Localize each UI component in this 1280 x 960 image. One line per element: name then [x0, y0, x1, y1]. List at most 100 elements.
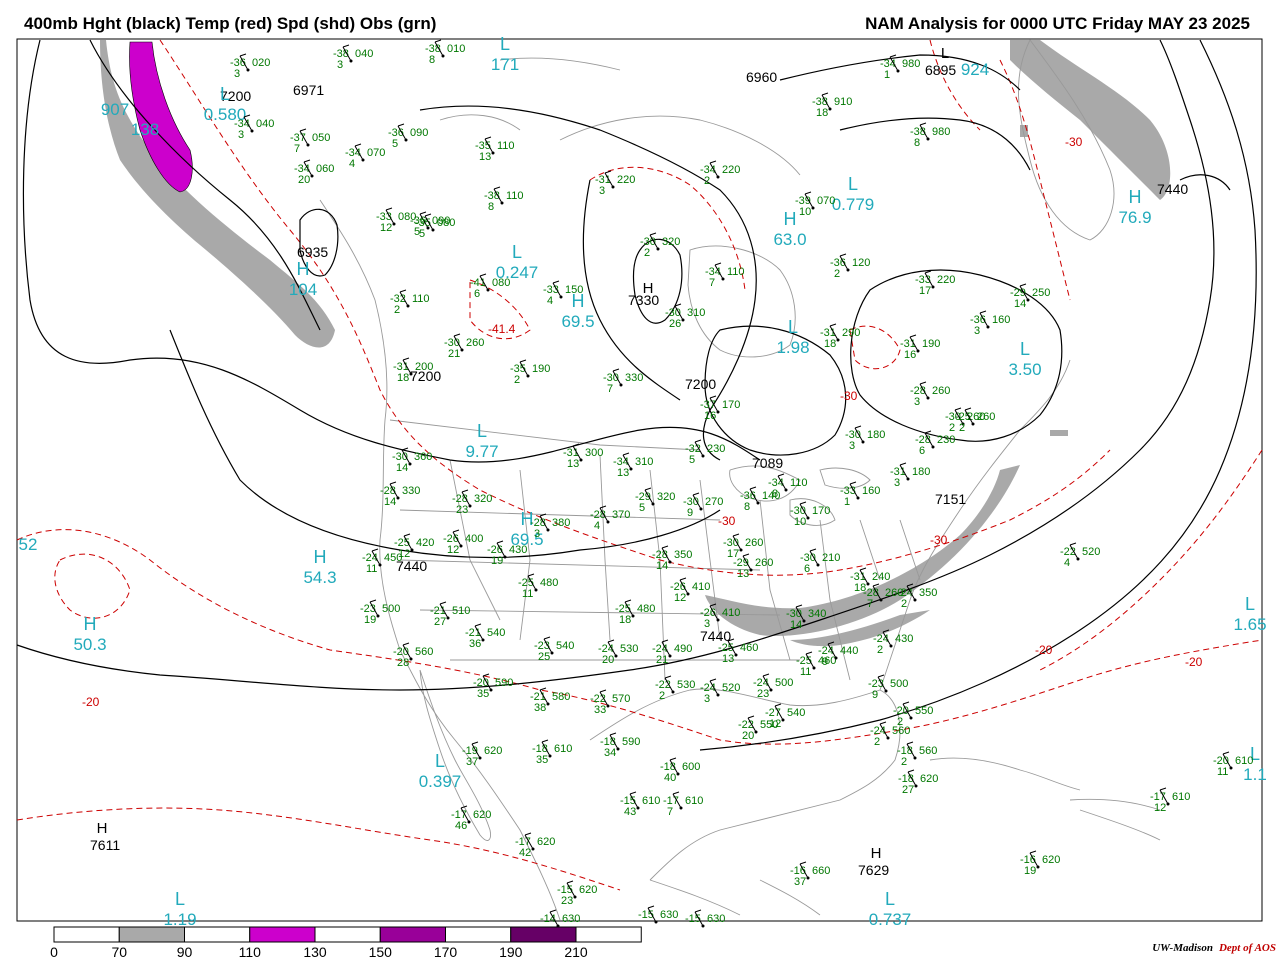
station-dewpoint: 2	[874, 736, 880, 748]
station-dewpoint: 3	[914, 396, 920, 408]
station-dot	[781, 718, 785, 722]
station-dot	[802, 619, 806, 623]
station-dot	[811, 206, 815, 210]
station-dot	[376, 614, 380, 618]
station-dot	[1076, 557, 1080, 561]
station-height: 500	[775, 677, 793, 689]
station-dot	[806, 876, 810, 880]
station-dewpoint: 13	[737, 568, 749, 580]
station-dot	[500, 201, 504, 205]
height-label: 7200	[685, 376, 716, 392]
station-dot	[526, 374, 530, 378]
colorbar-swatch	[53, 926, 120, 943]
station-dewpoint: 3	[704, 693, 710, 705]
station-dewpoint: 2	[659, 690, 665, 702]
station-height: 050	[312, 132, 330, 144]
station-dewpoint: 8	[744, 501, 750, 513]
station-height: 530	[677, 679, 695, 691]
station-height: 350	[674, 549, 692, 561]
speed-center-letter: L	[848, 174, 858, 194]
speed-center-letter: H	[1129, 187, 1142, 207]
station-dot	[721, 277, 725, 281]
station-dot	[754, 730, 758, 734]
station-dewpoint: 9	[687, 507, 693, 519]
station-dewpoint: 3	[534, 528, 540, 540]
station-dot	[546, 528, 550, 532]
station-dewpoint: 6	[919, 445, 925, 457]
station-dot	[716, 175, 720, 179]
station-dot	[410, 548, 414, 552]
speed-center-letter: H	[314, 547, 327, 567]
station-dot	[671, 690, 675, 694]
station-dewpoint: 21	[448, 348, 460, 360]
station-height: 610	[1235, 755, 1253, 767]
station-dot	[431, 228, 435, 232]
station-dewpoint: 11	[366, 563, 377, 575]
station-height: 660	[812, 865, 830, 877]
station-height: 630	[707, 913, 725, 925]
speed-center-letter: L	[175, 889, 185, 909]
speed-center-letter: H	[297, 259, 310, 279]
station-height: 620	[579, 884, 597, 896]
station-height: 180	[867, 429, 885, 441]
station-dewpoint: 2	[644, 247, 650, 259]
station-height: 980	[932, 126, 950, 138]
station-height: 110	[506, 190, 524, 202]
station-dewpoint: 7	[607, 383, 613, 395]
station-dewpoint: 8	[429, 54, 435, 66]
colorbar-swatch	[184, 926, 251, 943]
station-dewpoint: 37	[466, 756, 478, 768]
station-dot	[481, 638, 485, 642]
station-dewpoint: 13	[567, 458, 579, 470]
station-height: 480	[540, 577, 558, 589]
speed-center-value: 1.19	[163, 910, 196, 929]
station-height: 610	[1172, 791, 1190, 803]
colorbar-label: 210	[564, 944, 588, 960]
station-height: 080	[437, 217, 455, 229]
station-height: 210	[822, 552, 840, 564]
station-dewpoint: 46	[455, 820, 467, 832]
speed-center-value: 50.3	[73, 635, 106, 654]
station-height: 500	[890, 678, 908, 690]
station-dewpoint: 34	[604, 747, 616, 759]
station-height: 440	[840, 645, 858, 657]
station-height: 180	[912, 466, 930, 478]
station-dot	[503, 555, 507, 559]
station-dot	[836, 338, 840, 342]
speed-center-letter: L	[500, 34, 510, 54]
speed-center-value: 104	[289, 280, 317, 299]
station-dewpoint: 1	[844, 496, 850, 508]
center-letter: H	[871, 845, 882, 862]
station-dot	[1166, 802, 1170, 806]
station-dot	[486, 288, 490, 292]
speed-center-letter: L	[220, 84, 230, 104]
station-dewpoint: 42	[519, 847, 531, 859]
station-height: 560	[892, 725, 910, 737]
station-dot	[651, 502, 655, 506]
station-dot	[559, 295, 563, 299]
station-dewpoint: 11	[1217, 766, 1228, 778]
station-height: 620	[484, 745, 502, 757]
station-dewpoint: 20	[742, 730, 754, 742]
station-dewpoint: 18	[397, 372, 409, 384]
station-height: 550	[915, 705, 933, 717]
station-dot	[906, 477, 910, 481]
station-dewpoint: 16	[704, 410, 716, 422]
station-dewpoint: 17	[919, 285, 931, 297]
station-dot	[606, 520, 610, 524]
station-dot	[573, 895, 577, 899]
station-dot	[550, 651, 554, 655]
height-label: 7440	[1157, 181, 1188, 197]
station-height: 480	[637, 603, 655, 615]
station-height: 910	[834, 96, 852, 108]
station-dewpoint: 10	[794, 516, 806, 528]
station-dot	[931, 285, 935, 289]
station-height: 010	[447, 43, 465, 55]
station-height: 430	[895, 633, 913, 645]
station-dewpoint: 12	[769, 718, 781, 730]
station-dot	[548, 754, 552, 758]
station-dewpoint: 5	[419, 228, 425, 240]
station-height: 230	[707, 443, 725, 455]
station-dot	[816, 563, 820, 567]
station-height: 610	[685, 795, 703, 807]
